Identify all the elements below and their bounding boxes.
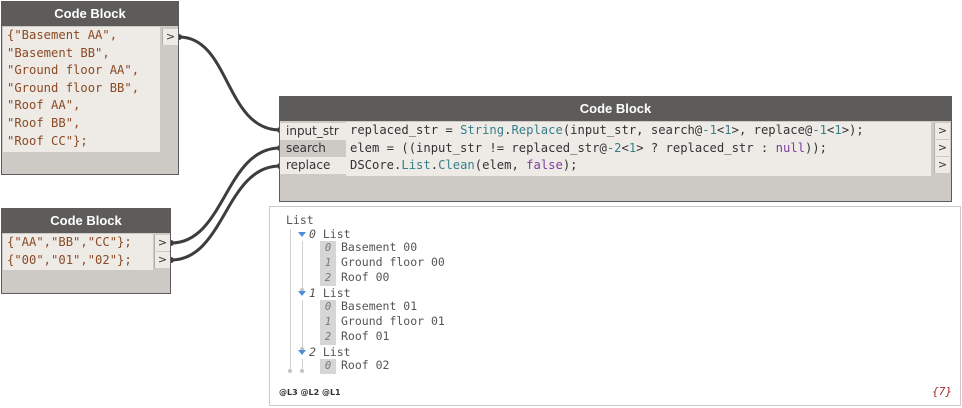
list-item: 2 Roof 00 xyxy=(320,270,389,286)
list-item: 2 Roof 01 xyxy=(320,329,389,345)
list-item: 0 Roof 02 xyxy=(320,358,389,374)
list-item: 1 Ground floor 01 xyxy=(320,314,445,330)
code-line: "Ground floor AA", xyxy=(7,63,140,78)
code-line: "Roof AA", xyxy=(7,98,81,113)
wire-search-codes xyxy=(170,146,281,245)
code-line: {"AA","BB","CC"}; xyxy=(7,235,132,249)
code-line: {"00","01","02"}; xyxy=(7,252,132,267)
list-group[interactable]: 1 List xyxy=(298,286,351,300)
wire-list-to-input-str xyxy=(178,35,281,132)
code-editor[interactable]: {"AA","BB","CC"}; {"00","01","02"}; xyxy=(3,234,153,270)
code-line: "Ground floor BB", xyxy=(7,80,140,95)
expander-icon[interactable] xyxy=(298,291,306,296)
code-editor[interactable]: replaced_str = String.Replace(input_str,… xyxy=(346,122,931,176)
output-port[interactable]: > xyxy=(154,252,170,268)
tree-guide-line xyxy=(290,229,291,369)
output-port[interactable]: > xyxy=(154,235,170,251)
node-title[interactable]: Code Block xyxy=(2,2,178,26)
list-group[interactable]: 2 List xyxy=(298,345,351,359)
tree-guide-line xyxy=(302,300,303,350)
code-line: {"Basement AA", xyxy=(7,28,118,42)
code-block-node-names[interactable]: Code Block {"Basement AA", "Basement BB"… xyxy=(1,1,179,175)
output-preview[interactable]: List 0 List 0 Basement 00 1 Ground floor 0… xyxy=(269,206,961,406)
list-item: 0 Basement 00 xyxy=(320,240,417,256)
node-title[interactable]: Code Block xyxy=(280,97,951,121)
tree-guide-line xyxy=(302,241,303,291)
output-port[interactable]: > xyxy=(934,123,950,139)
input-port-search[interactable]: search xyxy=(280,140,346,157)
output-port[interactable]: > xyxy=(934,157,950,173)
code-editor[interactable]: {"Basement AA", "Basement BB", "Ground f… xyxy=(3,27,160,152)
level-label[interactable]: @L1 xyxy=(322,388,341,397)
output-port[interactable]: > xyxy=(934,140,950,156)
code-block-node-replace[interactable]: Code Block input_str search replace repl… xyxy=(279,96,952,202)
tree-guide-dot xyxy=(300,369,304,373)
level-label[interactable]: @L2 xyxy=(300,388,319,397)
wire-replace-codes xyxy=(170,164,281,262)
expander-icon[interactable] xyxy=(298,232,306,237)
code-line: "Basement BB", xyxy=(7,45,110,60)
list-group[interactable]: 0 List xyxy=(298,227,351,241)
code-line: elem = ((input_str != replaced_str@-2<1>… xyxy=(350,140,827,155)
code-line: DSCore.List.Clean(elem, false); xyxy=(350,158,578,173)
code-line: replaced_str = String.Replace(input_str,… xyxy=(350,123,864,137)
tree-guide-dot xyxy=(288,369,292,373)
list-item: 1 Ground floor 00 xyxy=(320,255,445,271)
code-block-node-codes[interactable]: Code Block {"AA","BB","CC"}; {"00","01",… xyxy=(1,208,171,294)
list-levels[interactable]: @L3 @L2 @L1 xyxy=(279,388,341,397)
item-count: {7} xyxy=(932,385,952,398)
expander-icon[interactable] xyxy=(298,350,306,355)
tree-guide-line xyxy=(302,359,303,369)
node-title[interactable]: Code Block xyxy=(2,209,170,233)
level-label[interactable]: @L3 xyxy=(279,388,298,397)
preview-root-label: List xyxy=(286,213,314,227)
code-line: "Roof BB", xyxy=(7,115,81,130)
input-port-replace[interactable]: replace xyxy=(280,157,346,174)
output-port[interactable]: > xyxy=(162,29,178,45)
input-port-input-str[interactable]: input_str xyxy=(280,123,346,140)
list-item: 0 Basement 01 xyxy=(320,299,417,315)
code-line: "Roof CC"}; xyxy=(7,133,88,148)
